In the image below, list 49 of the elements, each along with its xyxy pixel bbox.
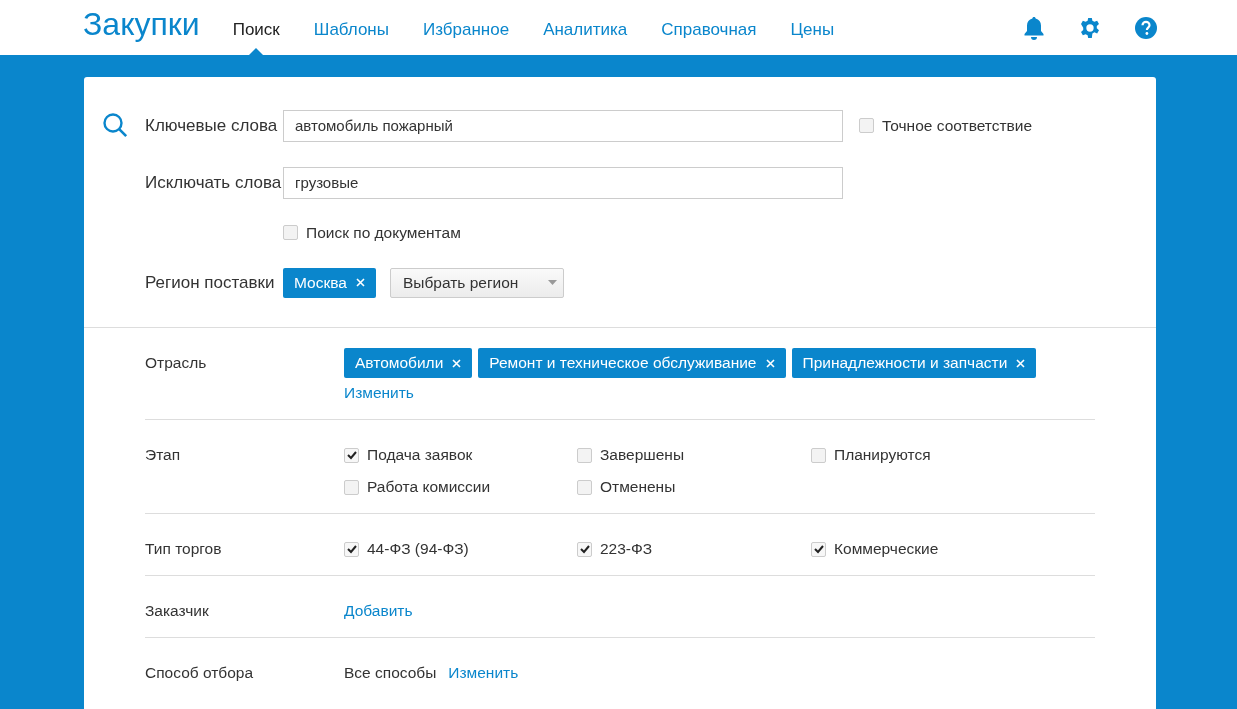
checkbox[interactable]: Отменены [577, 478, 811, 496]
checkbox[interactable]: Коммерческие [811, 540, 1044, 558]
close-icon[interactable] [355, 278, 365, 287]
search-icon [102, 112, 128, 138]
close-icon[interactable] [452, 358, 462, 368]
filter-label: Заказчик [145, 601, 210, 620]
checkbox[interactable]: Завершены [577, 446, 811, 464]
checkbox[interactable]: Работа комиссии [344, 478, 577, 496]
nav-tab[interactable]: Цены [773, 0, 852, 55]
caret-icon [548, 280, 558, 285]
checkbox[interactable]: Точное соответствие [859, 116, 1033, 135]
filter-label: Тип торгов [145, 539, 223, 558]
help-icon[interactable] [1135, 16, 1157, 39]
settings-icon[interactable] [1079, 16, 1101, 39]
checkbox[interactable]: Поиск по документам [283, 223, 461, 242]
checkmark-icon [345, 543, 358, 555]
close-icon[interactable] [1016, 358, 1026, 368]
add-link[interactable]: Добавить [344, 602, 413, 620]
checkmark-icon [578, 543, 591, 555]
checkbox[interactable]: Подача заявок [344, 446, 577, 464]
bell-icon[interactable] [1023, 15, 1045, 40]
region-dropdown[interactable]: Выбрать регион [389, 267, 565, 298]
exclude-field[interactable]: грузовые [283, 166, 843, 199]
nav-tab[interactable]: Избранное [406, 0, 527, 55]
app-logo[interactable]: Закупки [83, 6, 200, 43]
field-label: Регион поставки [145, 272, 276, 293]
nav-tab[interactable]: Поиск [215, 0, 297, 55]
filter-label: Способ отбора [145, 663, 255, 682]
tag-label: Принадлежности и запчасти [802, 354, 1008, 372]
change-link[interactable]: Изменить [448, 664, 519, 682]
checkbox[interactable]: 223-ФЗ [577, 540, 811, 558]
checkbox[interactable]: Планируются [811, 446, 1044, 464]
checkmark-icon [812, 543, 825, 555]
change-link[interactable]: Изменить [344, 384, 414, 402]
tag-label: Автомобили [355, 354, 444, 372]
keywords-field[interactable]: автомобиль пожарный [283, 109, 843, 142]
tag-label: Москва [294, 273, 347, 292]
filter-value: Все способы [344, 664, 437, 682]
nav-tab[interactable]: Аналитика [526, 0, 645, 55]
close-icon[interactable] [765, 358, 775, 368]
tag-label: Ремонт и техническое обслуживание [489, 354, 757, 372]
filter-label: Этап [145, 445, 182, 465]
checkbox[interactable]: 44-ФЗ (94-ФЗ) [344, 540, 577, 558]
field-label: Ключевые слова [145, 115, 279, 136]
filter-label: Отрасль [145, 353, 208, 373]
nav-tab[interactable]: Справочная [644, 0, 774, 55]
checkmark-icon [345, 449, 358, 461]
field-label: Исключать слова [145, 172, 283, 193]
nav-tab[interactable]: Шаблоны [296, 0, 406, 55]
